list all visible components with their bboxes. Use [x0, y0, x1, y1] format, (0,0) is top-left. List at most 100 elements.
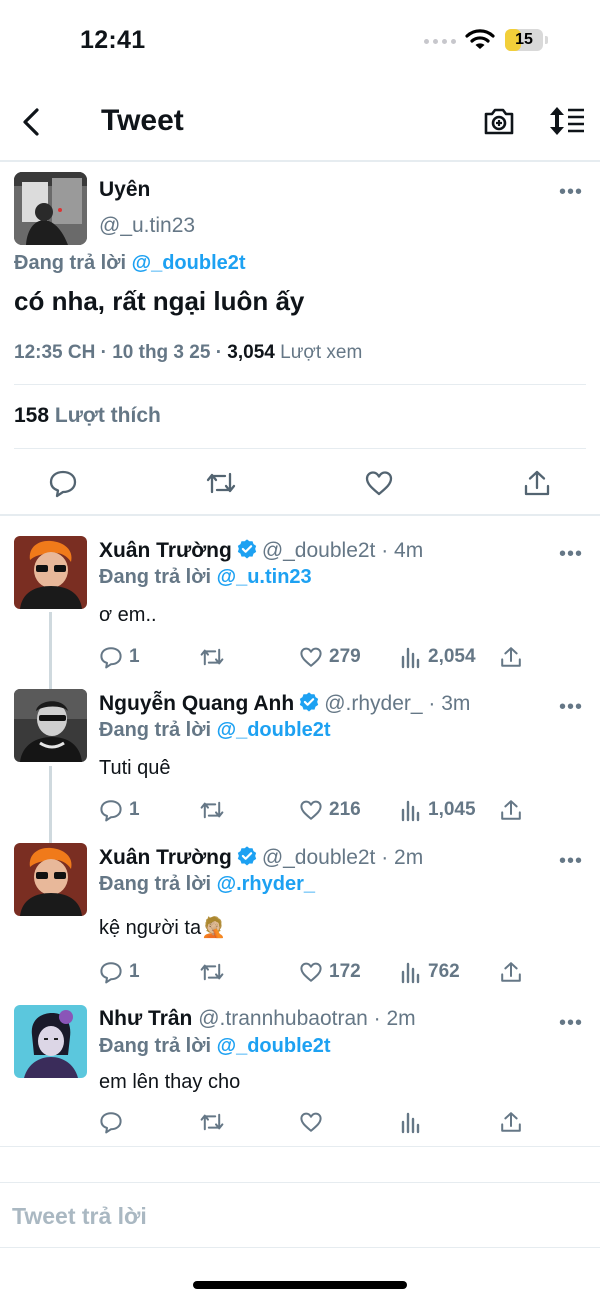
author-handle[interactable]: @.rhyder_ [324, 692, 422, 715]
retweet-button[interactable] [205, 468, 236, 498]
reply-header: Nguyễn Quang Anh @.rhyder_ · 3m [99, 691, 470, 716]
more-options-icon[interactable]: ••• [559, 544, 583, 564]
avatar[interactable] [14, 843, 87, 916]
camera-button[interactable] [482, 104, 516, 138]
reply-tweet[interactable]: Xuân Trường @_double2t · 4m ••• Đang trả … [0, 536, 600, 686]
retweet-icon [206, 472, 236, 494]
like-button[interactable]: 172 [299, 959, 361, 985]
author-name[interactable]: Xuân Trường [99, 539, 232, 562]
like-button[interactable]: 216 [299, 797, 361, 823]
mention-link[interactable]: @.rhyder_ [217, 873, 315, 895]
reply-button[interactable]: 1 [99, 644, 140, 670]
author-name[interactable]: Như Trân [99, 1007, 192, 1030]
views-count: 762 [428, 961, 460, 982]
retweet-icon [200, 648, 224, 666]
share-button[interactable] [499, 1109, 523, 1135]
back-button[interactable] [16, 102, 48, 142]
like-button[interactable]: 279 [299, 644, 361, 670]
replying-to: Đang trả lời @_u.tin23 [99, 566, 312, 589]
avatar[interactable] [14, 1005, 87, 1078]
share-button[interactable] [522, 468, 552, 498]
replying-to-label: Đang trả lời [99, 566, 217, 588]
nav-bar: Tweet [0, 80, 600, 162]
share-button[interactable] [499, 797, 523, 823]
replying-to-label: Đang trả lời [99, 1035, 217, 1057]
share-icon [524, 470, 550, 496]
like-button[interactable] [299, 1109, 329, 1135]
author-handle[interactable]: @_double2t [262, 846, 376, 869]
replying-to: Đang trả lời @_double2t [99, 1035, 331, 1058]
avatar-photo [14, 1005, 87, 1078]
author-name[interactable]: Nguyễn Quang Anh [99, 692, 294, 715]
more-options-icon[interactable]: ••• [559, 1013, 583, 1033]
views-button[interactable]: 1,045 [400, 797, 476, 823]
status-bar: 12:41 15 [0, 0, 600, 80]
likes-summary[interactable]: 158 Lượt thích [14, 404, 161, 428]
more-options-icon[interactable]: ••• [559, 182, 583, 202]
more-options-icon[interactable]: ••• [559, 851, 583, 871]
views-label: Lượt xem [274, 342, 363, 363]
retweet-icon [200, 801, 224, 819]
mention-link[interactable]: @_u.tin23 [217, 566, 312, 588]
sort-icon [550, 107, 584, 135]
share-icon [501, 800, 521, 820]
tweet-time: · 3m [422, 692, 471, 715]
reply-button[interactable] [48, 468, 78, 498]
home-indicator[interactable] [193, 1281, 407, 1289]
avatar-photo [14, 689, 87, 762]
tweet-time: · 2m [375, 846, 424, 869]
cellular-dots-icon [424, 39, 456, 44]
reply-button[interactable]: 1 [99, 959, 140, 985]
analytics-icon [401, 800, 420, 822]
share-button[interactable] [499, 644, 523, 670]
sort-button[interactable] [548, 104, 586, 138]
battery-percent: 15 [515, 31, 533, 48]
retweet-icon [200, 1113, 224, 1131]
reply-icon [49, 470, 77, 498]
mention-link[interactable]: @_double2t [217, 719, 331, 741]
author-name[interactable]: Uyên [99, 178, 150, 202]
avatar[interactable] [14, 689, 87, 762]
reply-tweet[interactable]: Như Trân @.trannhubaotran · 2m ••• Đang … [0, 1005, 600, 1145]
page-title: Tweet [101, 104, 184, 137]
replying-to: Đang trả lời @.rhyder_ [99, 873, 315, 896]
retweet-button[interactable] [199, 644, 231, 670]
share-button[interactable] [499, 959, 523, 985]
retweet-button[interactable] [199, 959, 231, 985]
verified-badge-icon [237, 846, 256, 866]
reply-header: Xuân Trường @_double2t · 4m [99, 538, 423, 563]
mention-link[interactable]: @_double2t [217, 1035, 331, 1057]
reply-input[interactable] [12, 1197, 572, 1235]
tweet-text: ơ em.. [99, 604, 157, 626]
like-button[interactable] [364, 468, 394, 498]
divider [14, 384, 586, 385]
views-button[interactable] [400, 1109, 428, 1135]
like-count: 216 [329, 799, 361, 820]
likes-label: Lượt thích [49, 404, 161, 427]
author-name[interactable]: Xuân Trường [99, 846, 232, 869]
retweet-button[interactable] [199, 1109, 231, 1135]
replying-to-label: Đang trả lời [14, 252, 132, 274]
author-handle[interactable]: @_u.tin23 [99, 214, 195, 238]
views-button[interactable]: 762 [400, 959, 460, 985]
avatar[interactable] [14, 172, 87, 245]
author-handle[interactable]: @_double2t [262, 539, 376, 562]
more-options-icon[interactable]: ••• [559, 697, 583, 717]
like-count: 279 [329, 646, 361, 667]
avatar[interactable] [14, 536, 87, 609]
avatar-photo [14, 172, 87, 245]
avatar-photo [14, 536, 87, 609]
retweet-button[interactable] [199, 797, 231, 823]
reply-button[interactable]: 1 [99, 797, 140, 823]
tweet-text: có nha, rất ngại luôn ấy [14, 286, 305, 316]
tweet-actions: 1 216 1,045 [99, 797, 539, 823]
divider [0, 1146, 600, 1147]
reply-button[interactable] [99, 1109, 129, 1135]
views-button[interactable]: 2,054 [400, 644, 476, 670]
author-handle[interactable]: @.trannhubaotran [198, 1007, 368, 1030]
analytics-icon [401, 1112, 420, 1134]
mention-link[interactable]: @_double2t [132, 252, 246, 274]
reply-tweet[interactable]: Xuân Trường @_double2t · 2m ••• Đang trả … [0, 843, 600, 993]
reply-tweet[interactable]: Nguyễn Quang Anh @.rhyder_ · 3m ••• Đang … [0, 689, 600, 839]
verified-badge-icon [300, 692, 319, 712]
